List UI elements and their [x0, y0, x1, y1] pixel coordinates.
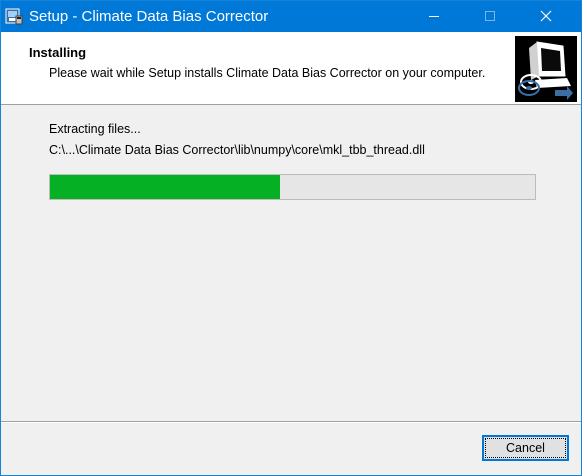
window-title: Setup - Climate Data Bias Corrector	[29, 8, 269, 25]
minimize-icon	[429, 16, 439, 17]
page-subtitle: Please wait while Setup installs Climate…	[49, 66, 486, 80]
title-bar[interactable]: Setup - Climate Data Bias Corrector	[1, 1, 581, 32]
maximize-button[interactable]	[467, 1, 513, 32]
install-progress-bar	[49, 174, 536, 200]
maximize-icon	[485, 11, 495, 21]
close-icon	[540, 10, 552, 22]
setup-installer-icon[interactable]	[5, 7, 23, 25]
close-button[interactable]	[523, 1, 569, 32]
computer-install-image	[515, 36, 577, 102]
progress-bar-fill	[50, 175, 281, 199]
minimize-button[interactable]	[411, 1, 457, 32]
wizard-header: Installing Please wait while Setup insta…	[1, 32, 581, 105]
footer-divider	[1, 421, 581, 423]
setup-window: Setup - Climate Data Bias Corrector Inst…	[0, 0, 582, 476]
status-text: Extracting files...	[49, 122, 141, 136]
page-title: Installing	[29, 45, 87, 60]
cancel-button[interactable]: Cancel	[482, 435, 569, 461]
current-file-path: C:\...\Climate Data Bias Corrector\lib\n…	[49, 143, 425, 157]
